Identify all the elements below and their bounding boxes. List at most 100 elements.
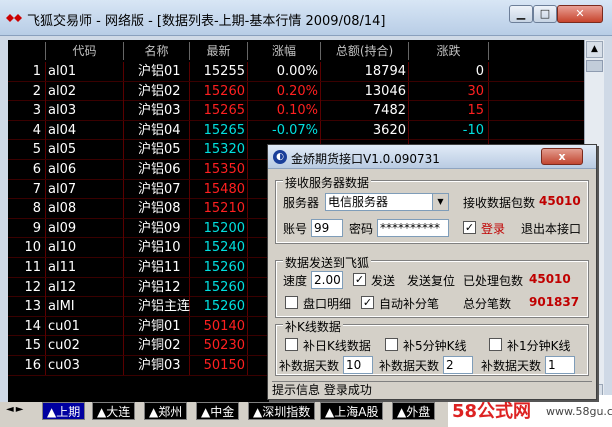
password-input[interactable]: ********** [377, 219, 449, 237]
row-code: al03 [46, 101, 124, 121]
row-last: 15260 [190, 277, 248, 297]
row-name: 沪铝06 [124, 159, 190, 179]
scroll-up-icon[interactable]: ▲ [586, 41, 603, 58]
row-name: 沪铝08 [124, 199, 190, 219]
group-receive-legend: 接收服务器数据 [283, 174, 372, 191]
days-input-1[interactable]: 10 [343, 356, 373, 374]
tab-market-1[interactable]: ▲大连 [92, 402, 136, 420]
dialog-close-button[interactable]: x [541, 148, 583, 165]
send-label: 发送 [371, 274, 396, 288]
tab-market-6[interactable]: ▲外盘 [392, 402, 436, 420]
dialog-status-text: 提示信息 登录成功 [272, 383, 372, 397]
tab-market-4[interactable]: ▲深圳指数 [248, 402, 316, 420]
send-checkbox[interactable]: ✓ [353, 273, 366, 286]
row-last: 15260 [190, 257, 248, 277]
group-receive-server: 接收服务器数据 服务器 电信服务器 ▼ 接收数据包数 45010 账号 99 密… [275, 174, 589, 244]
group-kline-legend: 补K线数据 [283, 318, 343, 335]
tab-nav-arrows[interactable]: ◄► [6, 404, 46, 420]
row-code: cu03 [46, 355, 124, 375]
processed-label: 已处理包数 [463, 274, 524, 288]
row-code: al10 [46, 238, 124, 258]
auto-fill-checkbox[interactable]: ✓ [361, 296, 374, 309]
processed-value: 45010 [529, 272, 571, 286]
row-index: 1 [8, 62, 46, 81]
recv-packets-value: 45010 [539, 194, 581, 208]
row-code: al02 [46, 81, 124, 101]
row-amount: 18794 [321, 62, 409, 81]
send-reset-button[interactable]: 发送复位 [407, 272, 455, 289]
row-extra [489, 62, 584, 81]
account-input[interactable]: 99 [311, 219, 343, 237]
row-last: 50140 [190, 316, 248, 336]
dialog-title-bar[interactable]: ◐ 金娇期货接口V1.0.090731 x [268, 145, 596, 169]
row-last: 15210 [190, 199, 248, 219]
row-index: 3 [8, 101, 46, 121]
group-kline: 补K线数据 补日K线数据 补5分钟K线 补1分钟K线 补数据天数 10 补数据天… [275, 318, 589, 376]
row-amount: 7482 [321, 101, 409, 121]
daily-kline-checkbox[interactable] [285, 338, 298, 351]
days-input-2[interactable]: 2 [443, 356, 473, 374]
header-change-pct[interactable]: 涨幅 [248, 42, 321, 60]
row-index: 11 [8, 257, 46, 277]
row-name: 沪铝12 [124, 277, 190, 297]
row-last: 15260 [190, 81, 248, 101]
row-index: 16 [8, 355, 46, 375]
speed-input[interactable]: 2.00 [311, 271, 343, 289]
dialog-app-icon: ◐ [273, 150, 287, 164]
min5-kline-checkbox[interactable] [385, 338, 398, 351]
row-last: 15320 [190, 140, 248, 160]
tab-market-5[interactable]: ▲上海A股 [320, 402, 384, 420]
total-label: 总分笔数 [463, 297, 512, 311]
server-select[interactable]: 电信服务器 ▼ [325, 193, 449, 211]
tab-market-0[interactable]: ▲上期 [42, 402, 86, 420]
row-last: 50230 [190, 336, 248, 356]
scroll-thumb[interactable] [586, 60, 603, 72]
row-code: al12 [46, 277, 124, 297]
row-code: alMI [46, 297, 124, 317]
maximize-button[interactable]: □ [533, 5, 557, 23]
row-name: 沪铝11 [124, 257, 190, 277]
header-amount[interactable]: 总额(持合) [321, 42, 409, 60]
login-checkbox[interactable]: ✓ [463, 221, 476, 234]
close-button[interactable]: ✕ [557, 5, 603, 23]
header-last[interactable]: 最新 [190, 42, 248, 60]
row-index: 8 [8, 199, 46, 219]
row-code: al09 [46, 218, 124, 238]
chevron-down-icon[interactable]: ▼ [432, 194, 448, 210]
row-code: cu02 [46, 336, 124, 356]
days-input-3[interactable]: 1 [545, 356, 575, 374]
login-label[interactable]: 登录 [481, 220, 505, 237]
table-row[interactable]: 3 al03 沪铝03 15265 0.10% 7482 15 [8, 101, 584, 121]
window-title: 飞狐交易师 - 网络版 - [数据列表-上期-基本行情 2009/08/14] [27, 14, 386, 29]
tab-market-2[interactable]: ▲郑州 [144, 402, 188, 420]
row-name: 沪铜03 [124, 355, 190, 375]
days-label-1: 补数据天数 [279, 359, 340, 373]
row-last: 50150 [190, 355, 248, 375]
table-row[interactable]: 4 al04 沪铝04 15265 -0.07% 3620 -10 [8, 120, 584, 141]
header-code[interactable]: 代码 [46, 42, 124, 60]
dialog-title: 金娇期货接口V1.0.090731 [291, 152, 440, 166]
row-change: 15 [409, 101, 489, 121]
header-change[interactable]: 涨跌 [409, 42, 489, 60]
detail-label: 盘口明细 [303, 297, 352, 311]
recv-packets-label: 接收数据包数 [463, 196, 536, 210]
row-index: 2 [8, 81, 46, 101]
row-name: 沪铝10 [124, 238, 190, 258]
minimize-button[interactable]: ▁ [509, 5, 533, 23]
detail-checkbox[interactable] [285, 296, 298, 309]
row-change-pct: 0.10% [248, 101, 321, 121]
title-bar[interactable]: 飞狐交易师 - 网络版 - [数据列表-上期-基本行情 2009/08/14] … [0, 0, 612, 36]
row-last: 15265 [190, 120, 248, 140]
group-send-data: 数据发送到飞狐 速度 2.00 ✓ 发送 发送复位 已处理包数 45010 盘口… [275, 254, 589, 318]
table-row[interactable]: 2 al02 沪铝02 15260 0.20% 13046 30 [8, 81, 584, 102]
row-index: 13 [8, 297, 46, 317]
row-name: 沪铝03 [124, 101, 190, 121]
exit-interface-link[interactable]: 退出本接口 [521, 220, 581, 237]
auto-fill-label: 自动补分笔 [379, 297, 440, 311]
header-name[interactable]: 名称 [124, 42, 190, 60]
tab-market-3[interactable]: ▲中金 [196, 402, 240, 420]
row-last: 15240 [190, 238, 248, 258]
row-code: al08 [46, 199, 124, 219]
table-row[interactable]: 1 al01 沪铝01 15255 0.00% 18794 0 [8, 62, 584, 82]
min1-kline-checkbox[interactable] [489, 338, 502, 351]
